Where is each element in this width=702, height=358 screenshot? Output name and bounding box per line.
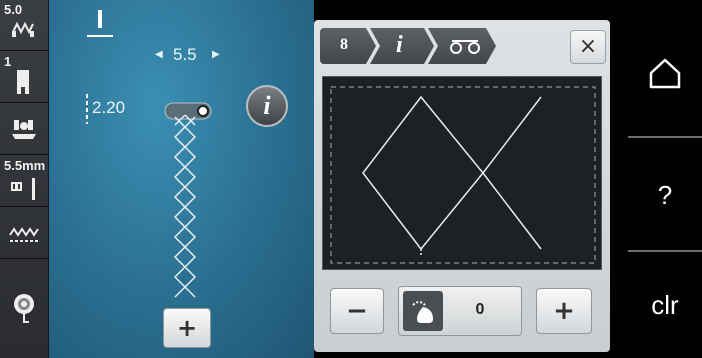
balance-icon xyxy=(450,40,480,54)
balance-increase-button[interactable]: + xyxy=(536,288,592,334)
width-decrease-icon[interactable]: ◀ xyxy=(155,49,163,60)
home-button[interactable] xyxy=(628,20,702,134)
needle-icon xyxy=(11,178,35,200)
bobbin-icon xyxy=(14,294,34,323)
stitch-pattern-preview xyxy=(164,102,212,298)
sidebar-item-feed-dog[interactable] xyxy=(0,104,48,155)
stitch-plate-icon xyxy=(9,227,39,242)
info-icon: i xyxy=(263,91,271,120)
stitch-length-icon xyxy=(86,94,88,124)
breadcrumb-info[interactable]: i xyxy=(370,28,434,64)
panel-breadcrumb: 8 i × xyxy=(320,28,606,68)
balance-controls: − 0 + xyxy=(314,278,610,348)
presser-foot-icon xyxy=(17,70,29,94)
clear-button[interactable]: clr xyxy=(628,252,702,358)
breadcrumb-balance[interactable] xyxy=(428,28,496,64)
add-stitch-button[interactable]: + xyxy=(163,308,211,348)
sidebar-item-stitch-plate[interactable] xyxy=(0,208,48,259)
clear-label: clr xyxy=(651,290,679,320)
sidebar-item-bobbin[interactable] xyxy=(0,260,48,358)
stitch-balance-preview xyxy=(322,76,602,270)
help-button[interactable]: ? xyxy=(628,138,702,252)
preview-stitch-pattern xyxy=(330,86,596,264)
system-bar: ? clr xyxy=(628,0,702,358)
close-button[interactable]: × xyxy=(570,30,606,64)
sewing-machine-screen: 5.0 1 5.5mm ◀ 5.5 ▶ 2.20 i + 8 i × − 0 +… xyxy=(0,0,702,358)
balance-panel: 8 i × − 0 + xyxy=(314,20,610,352)
help-icon: ? xyxy=(657,180,673,210)
stitch-width-icon xyxy=(12,21,34,37)
sidebar-item-needle[interactable]: 5.5mm xyxy=(0,156,48,207)
balance-value-field[interactable]: 0 xyxy=(398,286,522,336)
balance-decrease-button[interactable]: − xyxy=(330,288,384,334)
breadcrumb-stitch-number[interactable]: 8 xyxy=(320,28,376,64)
home-icon xyxy=(649,58,681,89)
sidebar-item-presser-foot[interactable]: 1 xyxy=(0,52,48,103)
stitch-length-value: 2.20 xyxy=(92,98,126,117)
stitch-width-value: 5.5 xyxy=(173,45,197,64)
width-increase-icon[interactable]: ▶ xyxy=(212,49,220,60)
needle-position-icon[interactable] xyxy=(85,8,115,44)
feed-dog-icon xyxy=(12,120,36,139)
stitch-editor: ◀ 5.5 ▶ 2.20 i + xyxy=(49,0,314,358)
info-button[interactable]: i xyxy=(246,85,288,127)
balance-value: 0 xyxy=(475,301,485,318)
sidebar: 5.0 1 5.5mm xyxy=(0,0,49,358)
balance-mode-icon xyxy=(403,291,443,331)
sidebar-item-stitch-width[interactable]: 5.0 xyxy=(0,0,48,51)
